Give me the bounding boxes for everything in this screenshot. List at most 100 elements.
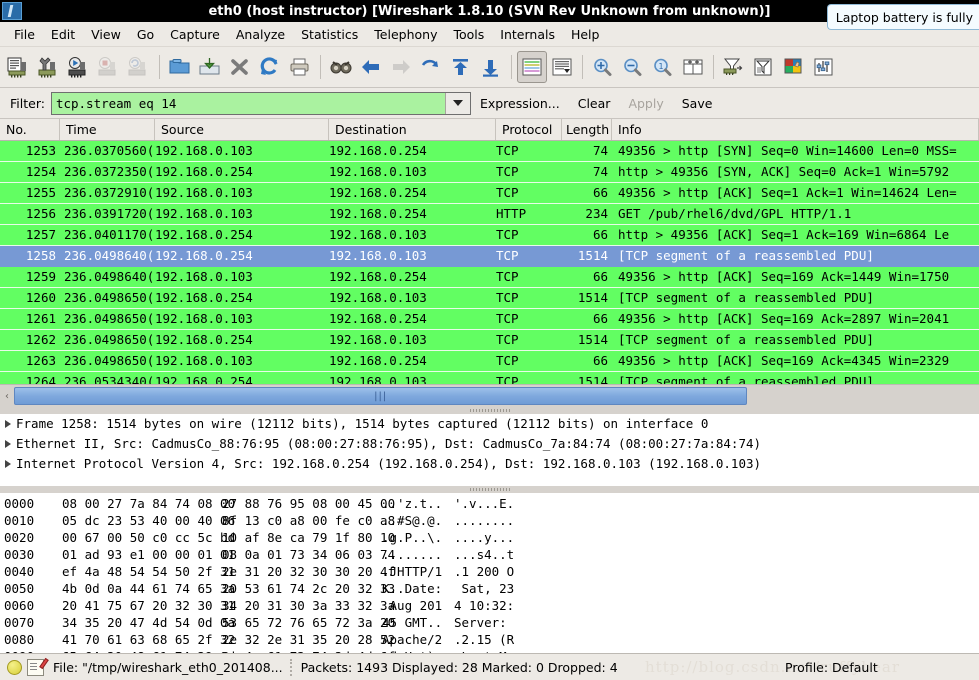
capture-comment-icon[interactable] [27, 658, 44, 676]
menu-item-help[interactable]: Help [563, 25, 608, 44]
packet-list-pane: No. Time Source Destination Protocol Len… [0, 119, 979, 384]
pane-splitter-upper[interactable] [0, 407, 979, 414]
hex-dump-row[interactable]: 0030 01 ad 93 e1 00 00 01 01 08 0a 01 73 3… [0, 546, 979, 563]
status-bar: File: "/tmp/wireshark_eth0_201408... Pac… [0, 653, 979, 680]
packet-time: 236.0498650( [64, 332, 155, 347]
menu-item-tools[interactable]: Tools [445, 25, 492, 44]
column-header-source[interactable]: Source [155, 119, 329, 140]
table-row[interactable]: 1254 236.0372350(192.168.0.254 192.168.0.1… [0, 162, 979, 183]
table-row[interactable]: 1261 236.0498650(192.168.0.103 192.168.0.2… [0, 309, 979, 330]
close-file-icon[interactable] [225, 51, 255, 83]
go-forward-icon [386, 51, 416, 83]
packet-source: 192.168.0.103 [155, 353, 253, 368]
table-row[interactable]: 1264 236.0534340(192.168.0.254 192.168.0.1… [0, 372, 979, 384]
triangle-right-icon[interactable] [0, 460, 16, 468]
table-row[interactable]: 1255 236.0372910(192.168.0.103 192.168.0.2… [0, 183, 979, 204]
detail-tree-row[interactable]: Ethernet II, Src: CadmusCo_88:76:95 (08:… [0, 434, 979, 454]
reload-icon[interactable] [255, 51, 285, 83]
column-header-no[interactable]: No. [0, 119, 60, 140]
capture-file-label[interactable]: File: "/tmp/wireshark_eth0_201408... [44, 660, 283, 675]
table-row[interactable]: 1256 236.0391720(192.168.0.103 192.168.0.2… [0, 204, 979, 225]
hex-dump-row[interactable]: 0040 ef 4a 48 54 54 50 2f 31 2e 31 20 32 3… [0, 563, 979, 580]
hscrollbar-track[interactable]: ||| [14, 387, 979, 405]
column-header-length[interactable]: Length [562, 119, 612, 140]
hex-dump-row[interactable]: 0080 41 70 61 63 68 65 2f 32 2e 32 2e 31 3… [0, 631, 979, 648]
packet-protocol: HTTP [496, 206, 527, 221]
table-row[interactable]: 1253 236.0370560(192.168.0.103 192.168.0.2… [0, 141, 979, 162]
expert-info-bulb-icon[interactable] [7, 659, 22, 675]
interfaces-icon[interactable] [4, 51, 34, 83]
save-filter-button[interactable]: Save [673, 96, 722, 111]
go-to-packet-icon[interactable] [416, 51, 446, 83]
menu-item-capture[interactable]: Capture [162, 25, 228, 44]
table-row[interactable]: 1258 236.0498640(192.168.0.254 192.168.0.1… [0, 246, 979, 267]
column-header-destination[interactable]: Destination [329, 119, 496, 140]
packet-list-hscrollbar[interactable]: ‹ ||| [0, 384, 979, 407]
battery-notification[interactable]: Laptop battery is fully [826, 4, 979, 30]
hex-ascii-left: .g.P..\. [382, 530, 443, 545]
resize-columns-icon[interactable] [678, 51, 708, 83]
go-first-packet-icon[interactable] [446, 51, 476, 83]
detail-tree-row[interactable]: Frame 1258: 1514 bytes on wire (12112 bi… [0, 414, 979, 434]
capture-options-icon[interactable] [34, 51, 64, 83]
hex-dump-row[interactable]: 0050 4b 0d 0a 44 61 74 65 3a 20 53 61 74 2… [0, 580, 979, 597]
coloring-rules-icon[interactable] [779, 51, 809, 83]
packet-no: 1255 [25, 185, 56, 200]
zoom-out-icon[interactable] [618, 51, 648, 83]
hex-dump-row[interactable]: 0070 34 35 20 47 4d 54 0d 0a 53 65 72 76 6… [0, 614, 979, 631]
menu-item-analyze[interactable]: Analyze [228, 25, 293, 44]
find-packet-icon[interactable] [326, 51, 356, 83]
table-row[interactable]: 1263 236.0498650(192.168.0.103 192.168.0.2… [0, 351, 979, 372]
hex-dump-row[interactable]: 0000 08 00 27 7a 84 74 08 00 27 88 76 95 0… [0, 495, 979, 512]
filter-combobox[interactable] [50, 91, 471, 115]
filter-input[interactable] [51, 92, 445, 114]
column-header-info[interactable]: Info [612, 119, 979, 140]
table-row[interactable]: 1262 236.0498650(192.168.0.254 192.168.0.1… [0, 330, 979, 351]
menu-item-statistics[interactable]: Statistics [293, 25, 366, 44]
table-row[interactable]: 1257 236.0401170(192.168.0.254 192.168.0.1… [0, 225, 979, 246]
go-back-icon[interactable] [356, 51, 386, 83]
triangle-right-icon[interactable] [0, 420, 16, 428]
save-file-icon[interactable] [195, 51, 225, 83]
table-row[interactable]: 1259 236.0498640(192.168.0.103 192.168.0.2… [0, 267, 979, 288]
menu-item-view[interactable]: View [83, 25, 129, 44]
packet-protocol: TCP [496, 353, 519, 368]
filter-dropdown-button[interactable] [444, 92, 470, 114]
clear-filter-button[interactable]: Clear [569, 96, 620, 111]
hex-dump-row[interactable]: 0020 00 67 00 50 c0 cc 5c bd 10 af 8e ca 7… [0, 529, 979, 546]
hex-bytes-right: 34 20 31 30 3a 33 32 3a [222, 598, 396, 613]
expression-button[interactable]: Expression... [471, 96, 569, 111]
menu-item-go[interactable]: Go [129, 25, 162, 44]
table-row[interactable]: 1260 236.0498650(192.168.0.254 192.168.0.1… [0, 288, 979, 309]
pane-splitter-lower[interactable] [0, 486, 979, 493]
menu-item-internals[interactable]: Internals [492, 25, 563, 44]
menu-item-edit[interactable]: Edit [43, 25, 83, 44]
packet-protocol: TCP [496, 332, 519, 347]
menu-item-telephony[interactable]: Telephony [366, 25, 445, 44]
packet-protocol: TCP [496, 185, 519, 200]
hex-dump-row[interactable]: 0010 05 dc 23 53 40 00 40 06 8f 13 c0 a8 0… [0, 512, 979, 529]
print-icon[interactable] [285, 51, 315, 83]
detail-tree-row[interactable]: Internet Protocol Version 4, Src: 192.16… [0, 454, 979, 474]
open-file-icon[interactable] [165, 51, 195, 83]
profile-label[interactable]: Profile: Default [775, 660, 979, 675]
hex-dump-row[interactable]: 0060 20 41 75 67 20 32 30 31 34 20 31 30 3… [0, 597, 979, 614]
preferences-icon[interactable] [809, 51, 839, 83]
display-filters-icon[interactable] [749, 51, 779, 83]
triangle-right-icon[interactable] [0, 440, 16, 448]
hscrollbar-thumb[interactable]: ||| [14, 387, 748, 405]
capture-filters-icon[interactable] [719, 51, 749, 83]
hex-bytes-right: 8f 13 c0 a8 00 fe c0 a8 [222, 513, 396, 528]
zoom-normal-icon[interactable]: 1 [648, 51, 678, 83]
menu-item-file[interactable]: File [6, 25, 43, 44]
zoom-in-icon[interactable] [588, 51, 618, 83]
packet-no: 1264 [25, 374, 56, 384]
colorize-packet-list-icon[interactable] [517, 51, 547, 83]
auto-scroll-live-capture-icon[interactable] [547, 51, 577, 83]
column-header-time[interactable]: Time [60, 119, 155, 140]
scroll-left-arrow-icon[interactable]: ‹ [0, 387, 14, 405]
go-last-packet-icon[interactable] [476, 51, 506, 83]
start-capture-icon[interactable] [64, 51, 94, 83]
column-header-protocol[interactable]: Protocol [496, 119, 562, 140]
hex-ascii-left: Apache/2 [382, 632, 443, 647]
